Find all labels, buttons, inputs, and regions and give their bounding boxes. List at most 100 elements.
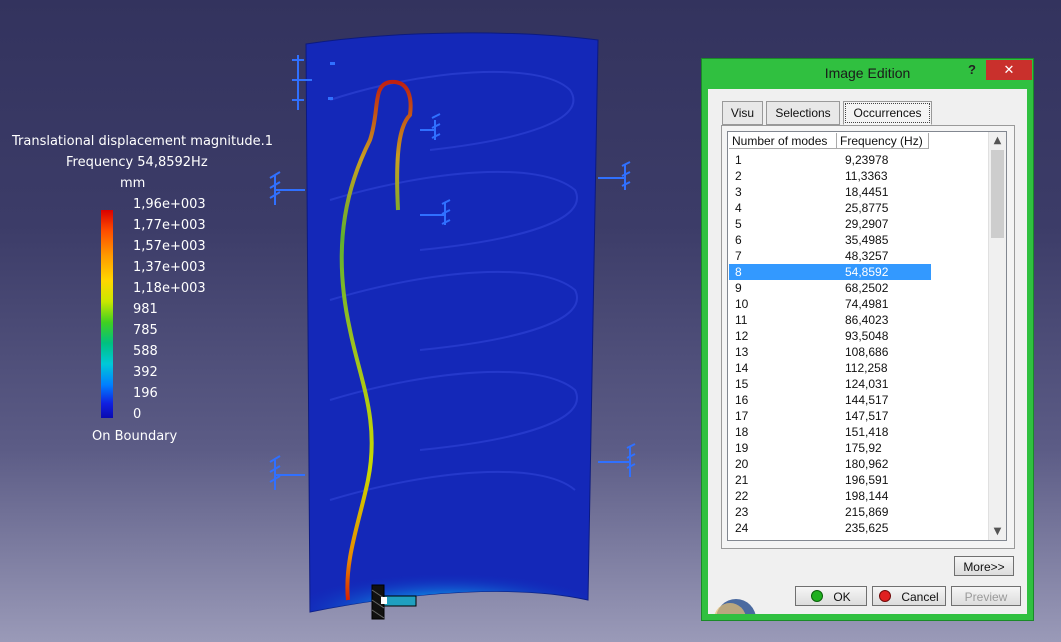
mode-number: 10 [735,297,749,311]
3d-viewport[interactable]: Translational displacement magnitude.1 F… [0,0,700,642]
mode-frequency: 35,4985 [845,233,889,247]
help-icon[interactable]: ? [968,62,984,77]
table-row[interactable]: 21 196,591 [729,472,987,488]
mode-frequency: 108,686 [845,345,889,359]
mode-frequency: 11,3363 [845,169,888,183]
table-row[interactable]: 14 112,258 [729,360,987,376]
mode-frequency: 124,031 [845,377,889,391]
cancel-button[interactable]: Cancel [872,586,946,606]
mode-number: 23 [735,505,749,519]
mode-number: 15 [735,377,749,391]
tab-occurrences[interactable]: Occurrences [843,101,932,125]
legend-color-bar [101,210,113,418]
mode-number: 13 [735,345,749,359]
modes-list[interactable]: Number of modes Frequency (Hz) 1 9,23978 2… [727,131,1007,541]
table-row[interactable]: 22 198,144 [729,488,987,504]
mode-number: 1 [735,153,742,167]
mode-number: 14 [735,361,749,375]
table-row[interactable]: 16 144,517 [729,392,987,408]
table-row[interactable]: 6 35,4985 [729,232,987,248]
green-dot-icon [811,590,824,602]
more-button[interactable]: More>> [954,556,1014,576]
table-row[interactable]: 17 147,517 [729,408,987,424]
mode-frequency: 235,625 [845,521,889,535]
table-row[interactable]: 24 235,625 [729,520,987,536]
mode-number: 9 [735,281,742,295]
ok-button[interactable]: OK [795,586,867,606]
mode-number: 2 [735,169,742,183]
mode-number: 18 [735,425,749,439]
column-header-frequency[interactable]: Frequency (Hz) [837,133,929,149]
legend-unit: mm [120,176,146,191]
legend-tick: 1,57e+003 [133,239,206,254]
table-row[interactable]: 19 175,92 [729,440,987,456]
table-row[interactable]: 13 108,686 [729,344,987,360]
dialog-titlebar[interactable]: Image Edition ? ✕ [702,59,1033,87]
legend-tick: 981 [133,302,158,317]
chevron-up-icon[interactable]: ▲ [989,132,1006,149]
chevron-down-icon[interactable]: ▼ [989,523,1006,540]
mode-frequency: 29,2907 [845,217,889,231]
table-row[interactable]: 10 74,4981 [729,296,987,312]
tab-visu[interactable]: Visu [722,101,763,125]
scrollbar-thumb[interactable] [991,150,1004,238]
legend-tick: 1,37e+003 [133,260,206,275]
legend-tick: 1,77e+003 [133,218,206,233]
mode-frequency: 196,591 [845,473,889,487]
preview-button: Preview [951,586,1021,606]
mode-number: 6 [735,233,742,247]
mode-number: 5 [735,217,742,231]
table-row[interactable]: 15 124,031 [729,376,987,392]
mode-frequency: 93,5048 [845,329,889,343]
mode-number: 22 [735,489,749,503]
mode-frequency: 86,4023 [845,313,889,327]
mode-frequency: 144,517 [845,393,889,407]
column-header-modes[interactable]: Number of modes [729,133,837,149]
legend-tick: 196 [133,386,158,401]
table-row[interactable]: 3 18,4451 [729,184,987,200]
table-row[interactable]: 12 93,5048 [729,328,987,344]
mode-number: 7 [735,249,742,263]
mode-number: 16 [735,393,749,407]
table-row[interactable]: 7 48,3257 [729,248,987,264]
table-row[interactable]: 5 29,2907 [729,216,987,232]
table-row[interactable]: 23 215,869 [729,504,987,520]
mode-frequency: 25,8775 [845,201,889,215]
mode-frequency: 68,2502 [845,281,889,295]
vertical-scrollbar[interactable]: ▲ ▼ [988,132,1006,540]
table-row[interactable]: 2 11,3363 [729,168,987,184]
mode-frequency: 48,3257 [845,249,889,263]
mode-frequency: 74,4981 [845,297,889,311]
dialog-body: Visu Selections Occurrences Number of mo… [708,89,1027,614]
mode-number: 8 [735,265,742,279]
table-row[interactable]: 9 68,2502 [729,280,987,296]
table-row[interactable]: 8 54,8592 [729,264,931,280]
legend-tick: 588 [133,344,158,359]
image-edition-dialog[interactable]: Image Edition ? ✕ Visu Selections Occurr… [701,58,1034,621]
list-rows: 1 9,23978 2 11,3363 3 18,4451 4 25,8775 5 29,2907… [729,152,987,536]
mode-frequency: 151,418 [845,425,889,439]
red-dot-icon [879,590,892,602]
mode-number: 11 [735,313,748,327]
legend-tick: 392 [133,365,158,380]
mode-frequency: 112,258 [845,361,888,375]
table-row[interactable]: 20 180,962 [729,456,987,472]
legend-tick: 0 [133,407,142,422]
table-row[interactable]: 1 9,23978 [729,152,987,168]
mode-number: 17 [735,409,749,423]
close-icon[interactable]: ✕ [986,60,1032,80]
mode-number: 20 [735,457,749,471]
legend-tick: 1,96e+003 [133,197,206,212]
table-row[interactable]: 18 151,418 [729,424,987,440]
legend-tick: 785 [133,323,158,338]
mode-frequency: 175,92 [845,441,882,455]
mode-frequency: 198,144 [845,489,889,503]
tab-selections[interactable]: Selections [766,101,840,125]
table-row[interactable]: 11 86,4023 [729,312,987,328]
list-header: Number of modes Frequency (Hz) [729,133,929,150]
occurrences-panel: Number of modes Frequency (Hz) 1 9,23978 2… [721,125,1015,549]
mode-number: 12 [735,329,749,343]
mode-number: 24 [735,521,749,535]
table-row[interactable]: 4 25,8775 [729,200,987,216]
mode-number: 19 [735,441,749,455]
